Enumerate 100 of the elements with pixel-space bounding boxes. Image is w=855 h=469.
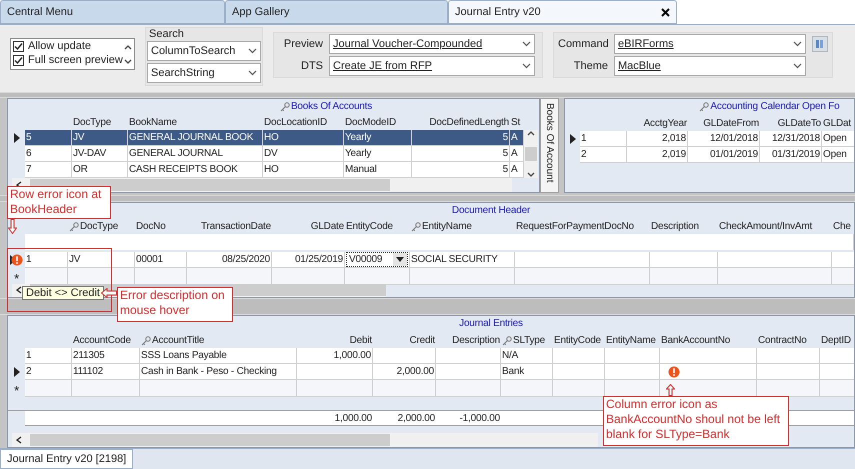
- new-row-marker: *: [14, 382, 19, 397]
- dropdown[interactable]: MacBlue: [614, 56, 806, 76]
- field-label: Preview: [282, 36, 323, 52]
- key-icon: [699, 102, 710, 112]
- scroll-left-icon: [16, 286, 22, 294]
- column-header[interactable]: Credit: [373, 333, 436, 348]
- tab[interactable]: App Gallery: [225, 0, 448, 24]
- table-cell: 01/31/2019: [760, 147, 822, 163]
- scroll-up-icon: [527, 130, 535, 136]
- column-header[interactable]: DocType: [68, 219, 135, 234]
- group-label: Search: [148, 28, 185, 41]
- column-header[interactable]: GLDate: [272, 219, 345, 234]
- chevron-down-icon: [793, 63, 802, 69]
- scroll-down-icon: [527, 172, 535, 178]
- column-header[interactable]: GLDateFrom: [688, 116, 760, 131]
- column-header[interactable]: Description: [650, 219, 718, 234]
- scrollbar-thumb[interactable]: [525, 147, 537, 161]
- cell-dropdown[interactable]: V00009: [346, 252, 408, 267]
- panel-title: Journal Entries: [459, 317, 523, 331]
- horizontal-scrollbar[interactable]: [12, 433, 598, 447]
- column-header[interactable]: AccountTitle: [140, 333, 297, 348]
- dropdown[interactable]: SearchString: [147, 63, 261, 83]
- checkbox-label[interactable]: Full screen preview: [28, 52, 123, 68]
- book-button[interactable]: [812, 36, 828, 52]
- column-header[interactable]: EntityCode: [345, 219, 410, 234]
- checkbox[interactable]: [13, 40, 24, 52]
- dropdown[interactable]: eBIRForms: [614, 34, 806, 54]
- chevron-down-icon: [793, 41, 802, 47]
- table-cell: [436, 380, 501, 397]
- column-header[interactable]: DocModeID: [344, 115, 412, 130]
- chevron-down-icon: [248, 48, 257, 54]
- column-header[interactable]: Che: [832, 219, 854, 234]
- status-tab[interactable]: Journal Entry v20 [2198]: [0, 449, 134, 469]
- column-header[interactable]: DocDefinedLength: [412, 115, 510, 130]
- side-tab[interactable]: Books Of Account: [540, 98, 559, 193]
- column-header[interactable]: DocLocationID: [263, 115, 344, 130]
- checklist[interactable]: Allow update Full screen preview: [10, 38, 135, 70]
- new-row-marker: *: [14, 270, 19, 285]
- column-header[interactable]: GLDat: [822, 116, 854, 131]
- column-header[interactable]: AcctgYear: [627, 116, 688, 131]
- tab[interactable]: Journal Entry v20: [448, 0, 677, 24]
- table-cell: [501, 380, 553, 397]
- table-cell: [373, 380, 436, 397]
- row-header[interactable]: *: [8, 268, 25, 285]
- panel-title: Accounting Calendar Open Fo: [710, 100, 840, 114]
- field-label: Theme: [572, 58, 608, 74]
- scroll-up-icon: [124, 44, 132, 50]
- dropdown[interactable]: Journal Voucher-Compounded: [329, 34, 535, 54]
- field-label: DTS: [300, 58, 323, 74]
- column-header[interactable]: SLType: [501, 333, 553, 348]
- total-cell-text: 1,000.00: [334, 412, 373, 426]
- column-header[interactable]: St: [510, 115, 524, 130]
- field-label: Command: [558, 36, 608, 52]
- table-cell: 2: [580, 147, 627, 163]
- total-cell-text: -1,000.00: [458, 412, 501, 426]
- dropdown[interactable]: Create JE from RFP: [329, 56, 535, 76]
- book-icon: [815, 39, 825, 49]
- row-header[interactable]: *: [8, 380, 25, 397]
- column-header[interactable]: DeptID: [820, 333, 854, 348]
- table-cell: [553, 380, 605, 397]
- callout-tooltip: Row error icon at BookHeader: [7, 186, 111, 219]
- scroll-down-icon: [124, 58, 132, 64]
- callout-arrow: [8, 219, 17, 234]
- column-header[interactable]: AccountCode: [72, 333, 140, 348]
- tab[interactable]: Central Menu: [0, 0, 225, 24]
- column-header[interactable]: Description: [436, 333, 501, 348]
- chevron-down-icon: [522, 41, 531, 47]
- callout-tooltip: Error description on mouse hover: [117, 287, 233, 322]
- table-cell: 2,019: [627, 147, 688, 163]
- scrollbar-thumb[interactable]: [30, 434, 390, 446]
- close-icon: [661, 8, 670, 16]
- table-cell: [650, 268, 718, 285]
- column-header[interactable]: GLDateTo: [760, 116, 822, 131]
- column-header[interactable]: DocNo: [135, 219, 187, 234]
- column-header[interactable]: DocType: [72, 115, 128, 130]
- column-header[interactable]: EntityName: [410, 219, 515, 234]
- table-cell: 01/01/2019: [688, 147, 760, 163]
- column-header[interactable]: Debit: [297, 333, 373, 348]
- column-header[interactable]: EntityCode: [553, 333, 605, 348]
- column-header[interactable]: RequestForPaymentDocNo: [515, 219, 650, 234]
- column-header[interactable]: ContractNo: [757, 333, 820, 348]
- column-header[interactable]: CheckAmount/InvAmt: [718, 219, 832, 234]
- tooltip: Debit <> Credit: [22, 286, 104, 300]
- checkbox[interactable]: [13, 54, 24, 66]
- checkbox-label[interactable]: Allow update: [28, 38, 91, 54]
- panel-title: Document Header: [452, 204, 530, 218]
- chevron-down-icon: [522, 63, 531, 69]
- column-header[interactable]: EntityName: [605, 333, 660, 348]
- table-cell: [72, 380, 140, 397]
- table-cell: [25, 380, 72, 397]
- chevron-down-icon: [248, 70, 257, 76]
- column-header[interactable]: BookName: [128, 115, 263, 130]
- dropdown[interactable]: ColumnToSearch: [147, 41, 261, 61]
- column-header[interactable]: TransactionDate: [187, 219, 272, 234]
- column-header[interactable]: BankAccountNo: [660, 333, 757, 348]
- total-cell-text: 2,000.00: [396, 412, 436, 426]
- scroll-left-icon: [16, 436, 22, 444]
- vertical-scrollbar[interactable]: [524, 130, 538, 178]
- panel-title: Books Of Accounts: [290, 100, 372, 114]
- table-cell: Open: [822, 147, 854, 163]
